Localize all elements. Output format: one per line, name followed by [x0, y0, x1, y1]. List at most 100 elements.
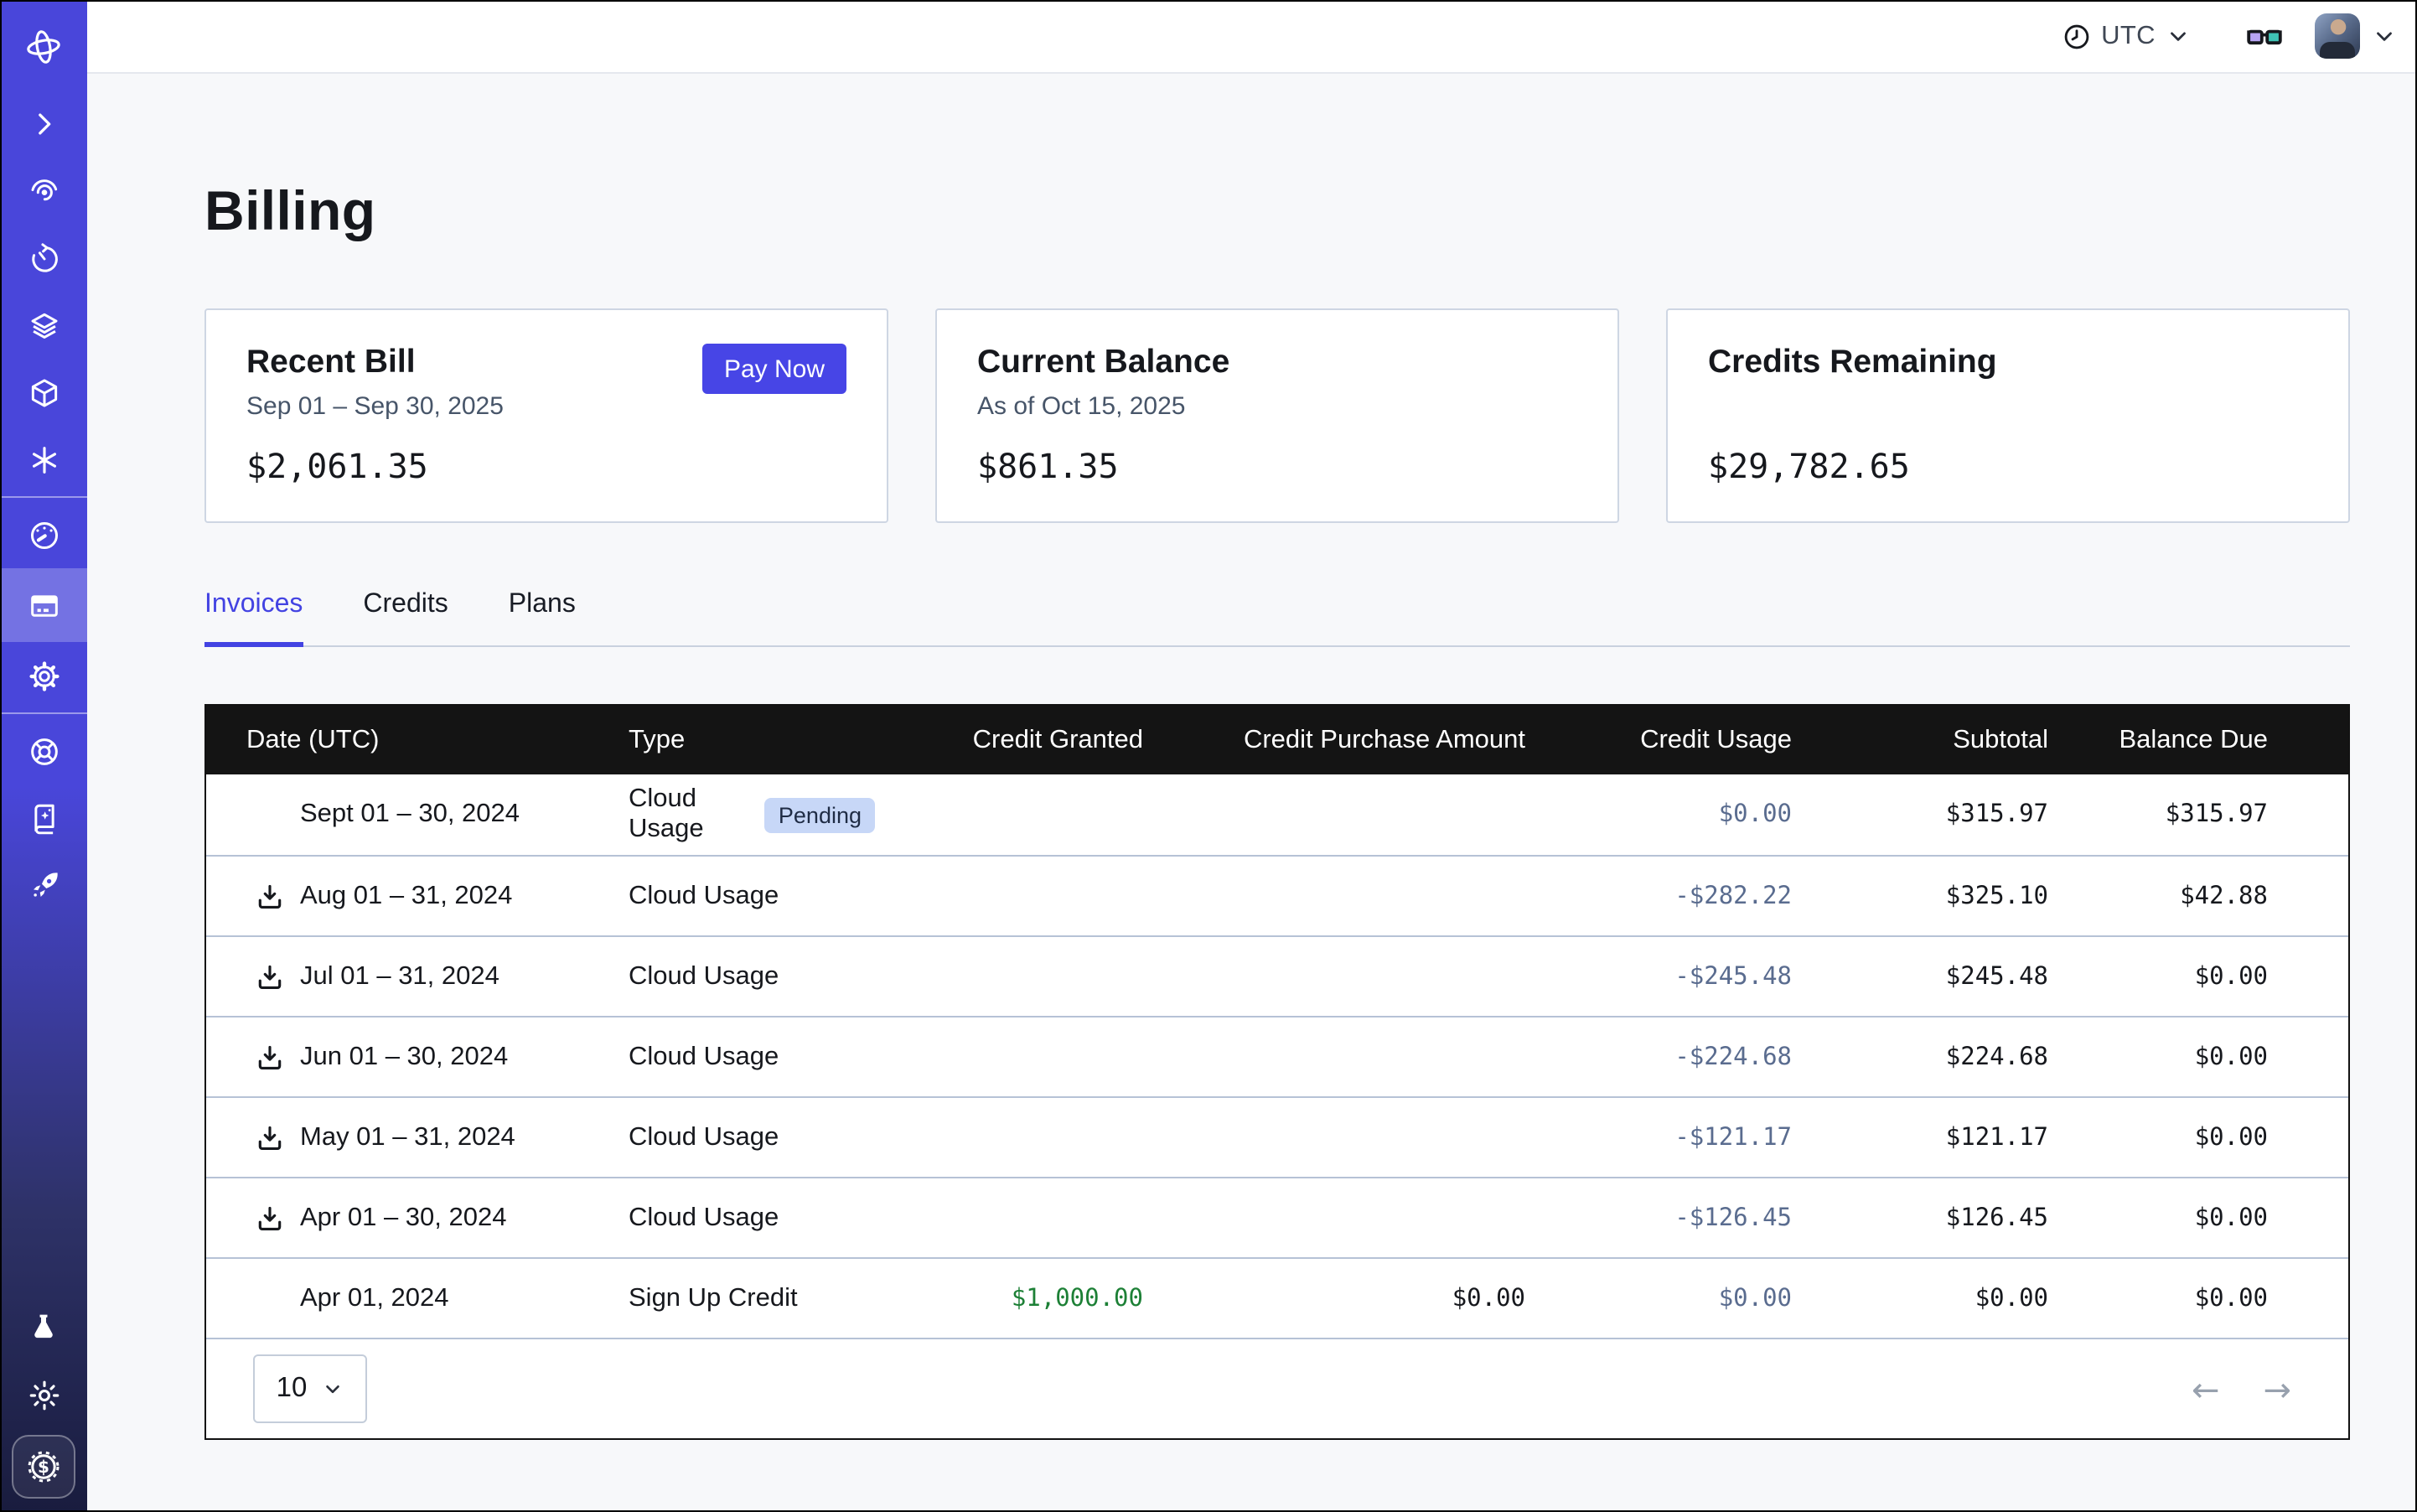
card-subtitle: As of Oct 15, 2025: [977, 392, 1577, 424]
cell-credit-usage: -$121.17: [1525, 1124, 1792, 1151]
billing-page: Billing Recent Bill Sep 01 – Sep 30, 202…: [87, 74, 2417, 1512]
card-subtitle: Sep 01 – Sep 30, 2025: [246, 392, 846, 424]
table-row: Sept 01 – 30, 2024 Cloud Usage Pending $…: [206, 774, 2348, 855]
cell-credit-purchase: $0.00: [1143, 1285, 1525, 1312]
dollar-badge-icon: $: [23, 1447, 64, 1487]
cell-credit-usage: -$282.22: [1525, 883, 1792, 909]
row-date: Apr 01 – 30, 2024: [300, 1203, 507, 1233]
svg-text:$: $: [38, 1457, 49, 1477]
sidebar-divider: [0, 712, 87, 714]
row-date: May 01 – 31, 2024: [300, 1122, 515, 1152]
cell-balance-due: $0.00: [2048, 1204, 2268, 1231]
column-header-type: Type: [629, 725, 875, 755]
summary-cards: Recent Bill Sep 01 – Sep 30, 2025 $2,061…: [204, 308, 2350, 523]
column-header-balance-due: Balance Due: [2048, 725, 2268, 755]
current-balance-card: Current Balance As of Oct 15, 2025 $861.…: [935, 308, 1619, 523]
cell-balance-due: $0.00: [2048, 1043, 2268, 1070]
tab-plans[interactable]: Plans: [509, 590, 576, 647]
logo-orbit-icon[interactable]: [0, 13, 87, 80]
cell-subtotal: $126.45: [1792, 1204, 2048, 1231]
cell-balance-due: $0.00: [2048, 1285, 2268, 1312]
status-badge: Pending: [765, 797, 875, 832]
column-header-subtotal: Subtotal: [1792, 725, 2048, 755]
row-date: Jun 01 – 30, 2024: [300, 1042, 508, 1072]
timezone-select[interactable]: UTC: [2061, 21, 2191, 51]
page-size-select[interactable]: 10: [253, 1354, 367, 1423]
book-sparkle-icon[interactable]: [0, 784, 87, 852]
sidebar-divider: [0, 496, 87, 498]
app-window: $ UTC: [0, 0, 2417, 1512]
prev-page-button[interactable]: ←: [2192, 1372, 2220, 1406]
gear-icon[interactable]: [0, 642, 87, 709]
row-type: Cloud Usage: [629, 961, 779, 992]
chevron-right-icon[interactable]: [0, 91, 87, 158]
cell-subtotal: $325.10: [1792, 883, 2048, 909]
layers-icon[interactable]: [0, 292, 87, 359]
billing-tabs: Invoices Credits Plans: [204, 590, 2350, 647]
row-type: Cloud Usage: [629, 784, 748, 845]
next-page-button[interactable]: →: [2263, 1372, 2291, 1406]
card-title: Current Balance: [977, 344, 1577, 382]
table-row: May 01 – 31, 2024 Cloud Usage -$121.17 $…: [206, 1096, 2348, 1177]
reader-mode-button[interactable]: [2244, 16, 2285, 56]
table-row: Jun 01 – 30, 2024 Cloud Usage -$224.68 $…: [206, 1016, 2348, 1096]
column-header-date: Date (UTC): [206, 725, 629, 755]
cell-balance-due: $0.00: [2048, 1124, 2268, 1151]
row-type: Cloud Usage: [629, 1122, 779, 1152]
sidebar-item-billing[interactable]: [0, 568, 87, 642]
table-row: Jul 01 – 31, 2024 Cloud Usage -$245.48 $…: [206, 935, 2348, 1016]
cube-icon[interactable]: [0, 359, 87, 426]
table-body: Sept 01 – 30, 2024 Cloud Usage Pending $…: [206, 774, 2348, 1338]
download-invoice-button[interactable]: [253, 1121, 285, 1153]
tab-credits[interactable]: Credits: [363, 590, 448, 647]
table-row: Aug 01 – 31, 2024 Cloud Usage -$282.22 $…: [206, 855, 2348, 935]
user-avatar[interactable]: [2315, 13, 2360, 59]
download-invoice-button[interactable]: [253, 961, 285, 992]
sidebar-bottom-group: $: [0, 1294, 87, 1512]
download-icon: [254, 881, 284, 911]
download-icon: [254, 1042, 284, 1072]
download-invoice-button[interactable]: [253, 1041, 285, 1073]
pay-now-button[interactable]: Pay Now: [702, 344, 846, 394]
sun-icon[interactable]: [0, 1361, 87, 1428]
topbar: UTC: [87, 0, 2417, 74]
recent-bill-amount: $2,061.35: [246, 446, 846, 486]
download-invoice-button[interactable]: [253, 880, 285, 912]
cell-credit-usage: $0.00: [1525, 1285, 1792, 1312]
invoices-table: Date (UTC) Type Credit Granted Credit Pu…: [204, 704, 2350, 1440]
glasses-icon: [2244, 16, 2285, 56]
gauge-icon[interactable]: [0, 501, 87, 568]
cell-subtotal: $245.48: [1792, 963, 2048, 990]
table-row: Apr 01 – 30, 2024 Cloud Usage -$126.45 $…: [206, 1177, 2348, 1257]
row-type: Cloud Usage: [629, 881, 779, 911]
download-invoice-button[interactable]: [253, 1202, 285, 1234]
cell-balance-due: $315.97: [2048, 801, 2268, 828]
chevron-down-icon: [322, 1378, 344, 1400]
cell-credit-usage: -$224.68: [1525, 1043, 1792, 1070]
column-header-credit-purchase: Credit Purchase Amount: [1143, 725, 1525, 755]
billing-card-icon: [26, 588, 61, 623]
row-type: Sign Up Credit: [629, 1283, 798, 1313]
row-type: Cloud Usage: [629, 1203, 779, 1233]
rocket-icon[interactable]: [0, 852, 87, 919]
ship-wheel-icon[interactable]: [0, 717, 87, 784]
card-title: Credits Remaining: [1708, 344, 2308, 382]
clock-icon: [2061, 21, 2091, 51]
observe-spiral-icon[interactable]: [0, 158, 87, 225]
cell-subtotal: $0.00: [1792, 1285, 2048, 1312]
user-menu[interactable]: [2315, 13, 2397, 59]
row-type: Cloud Usage: [629, 1042, 779, 1072]
cell-balance-due: $42.88: [2048, 883, 2268, 909]
asterisk-icon[interactable]: [0, 426, 87, 493]
cell-credit-usage: $0.00: [1525, 801, 1792, 828]
credits-badge-button[interactable]: $: [12, 1435, 75, 1499]
flask-icon[interactable]: [0, 1294, 87, 1361]
credits-remaining-amount: $29,782.65: [1708, 446, 2308, 486]
tab-invoices[interactable]: Invoices: [204, 590, 303, 647]
row-date: Sept 01 – 30, 2024: [300, 800, 520, 830]
row-date: Aug 01 – 31, 2024: [300, 881, 512, 911]
sidebar: $: [0, 0, 87, 1512]
current-balance-amount: $861.35: [977, 446, 1577, 486]
timer-icon[interactable]: [0, 225, 87, 292]
table-header: Date (UTC) Type Credit Granted Credit Pu…: [206, 706, 2348, 774]
